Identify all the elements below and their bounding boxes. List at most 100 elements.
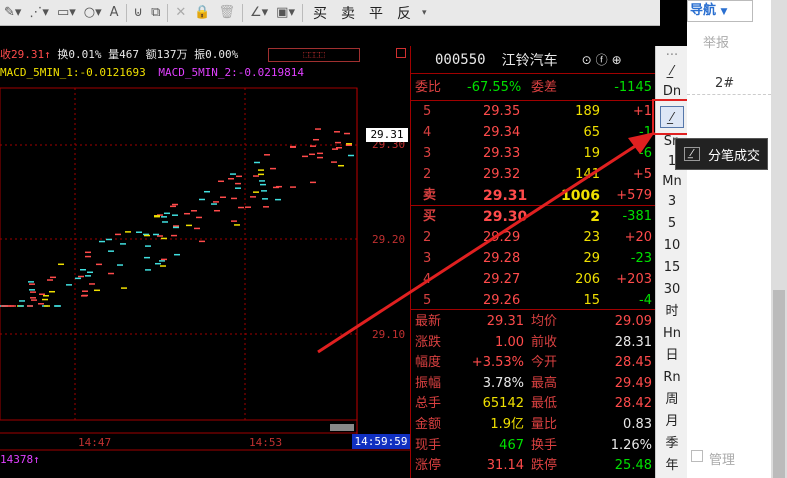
level-change: +5 [632, 167, 652, 182]
level-change: -23 [630, 251, 652, 266]
stat-row: 最新 29.31 均价 29.09 [411, 312, 656, 332]
reverse-button[interactable]: 反 [390, 1, 418, 25]
order-row: 买 29.30 2 -381 [411, 207, 656, 227]
rectangle-tool-icon[interactable]: ▭▾ [53, 1, 80, 25]
level-label: 2 [423, 230, 432, 245]
report-link[interactable]: 举报 [703, 32, 729, 51]
tooltip: ⁄̲ 分笔成交 [675, 138, 768, 170]
level-price: 29.33 [483, 146, 521, 161]
pen-tool-icon[interactable]: ✎▾ [0, 1, 25, 25]
level-volume: 1006 [561, 188, 600, 204]
order-row: 卖 29.31 1006 +579 [411, 186, 656, 206]
stat-value: 29.09 [614, 314, 652, 329]
level-volume: 2 [590, 209, 600, 225]
level-label: 买 [423, 209, 437, 224]
period-季[interactable]: 季 [656, 434, 688, 454]
stat-label: 金额 [415, 417, 442, 432]
price-label-3: 29.10 [372, 328, 406, 341]
level-volume: 15 [583, 293, 600, 308]
settings-circle-icon[interactable]: ⊙ [582, 53, 592, 67]
period-月[interactable]: 月 [656, 412, 688, 432]
right-browser-panel: 导航 ▼ 举报 2# 管理 [687, 0, 787, 478]
stat-label: 均价 [531, 314, 558, 329]
current-price-tag: 29.31 [366, 128, 408, 142]
circle-tool-icon[interactable]: ○▾ [80, 1, 106, 25]
level-label: 卖 [423, 188, 437, 203]
level-volume: 189 [575, 104, 600, 119]
stock-header: 000550 江铃汽车 ⊙ ⓕ ⊕ [411, 46, 655, 74]
level-price: 29.31 [483, 188, 528, 204]
stat-label: 今开 [531, 355, 558, 371]
period-30[interactable]: 30 [656, 280, 688, 300]
stock-code: 000550 [435, 51, 486, 68]
period-10[interactable]: 10 [656, 236, 688, 256]
more-dropdown-icon[interactable]: ▾ [418, 1, 431, 25]
manage-checkbox[interactable] [691, 450, 703, 462]
level-change: +203 [616, 272, 652, 287]
level-change: +1 [632, 104, 652, 119]
bottom-volume: 14378↑ [0, 453, 40, 466]
stat-label: 前收 [531, 334, 558, 350]
level-price: 29.26 [483, 293, 521, 308]
level-change: -6 [639, 146, 652, 161]
trash-icon[interactable]: 🗑 [214, 1, 239, 25]
buy-button[interactable]: 买 [306, 1, 334, 25]
nav-dropdown[interactable]: 导航 ▼ [687, 0, 753, 22]
line-tool-icon[interactable]: ⋰▾ [25, 1, 53, 25]
period-时[interactable]: 时 [656, 302, 688, 322]
tick-chart-icon: ⁄̲ [684, 147, 700, 161]
period-年[interactable]: 年 [656, 456, 688, 476]
stat-value: 1.00 [495, 334, 524, 350]
quote-panel: 000550 江铃汽车 ⊙ ⓕ ⊕ 委比 -67.55% 委差 -1145 5 2… [410, 46, 656, 478]
period-15[interactable]: 15 [656, 258, 688, 278]
copy-icon[interactable]: ⧉ [147, 1, 164, 25]
magnet-icon[interactable]: ⊍ [130, 1, 148, 25]
order-row: 3 29.28 29 -23 [411, 249, 656, 269]
period-Mn[interactable]: Mn [656, 172, 688, 192]
level-volume: 206 [575, 272, 600, 287]
scrollbar-thumb[interactable] [773, 290, 785, 478]
intraday-chart[interactable]: 收29.31↑ 换0.01% 量467 额137万 振0.00% MACD_5M… [0, 26, 410, 478]
period-5[interactable]: 5 [656, 214, 688, 234]
stock-name: 江铃汽车 [501, 52, 558, 69]
delete-icon[interactable]: ✕ [171, 1, 190, 25]
webi-value: -67.55% [467, 80, 522, 95]
order-row: 4 29.34 65 -1 [411, 123, 656, 143]
level-price: 29.29 [483, 230, 521, 245]
period-周[interactable]: 周 [656, 390, 688, 410]
save-icon[interactable]: ▣▾ [272, 1, 299, 25]
order-row: 2 29.32 141 +5 [411, 165, 656, 185]
trend-chart-icon[interactable]: ⁄̲ [656, 62, 688, 82]
level-price: 29.35 [483, 104, 521, 119]
floor-number: 2# [715, 76, 735, 91]
period-日[interactable]: 日 [656, 346, 688, 366]
color-icon[interactable]: ∠▾ [246, 1, 272, 25]
time-label-current: 14:59:59 [352, 434, 410, 449]
text-tool-icon[interactable]: A [106, 1, 123, 25]
webi-diff-value: -1145 [614, 80, 652, 95]
level-price: 29.30 [483, 209, 528, 225]
up-arrow-icon: ↑ [33, 453, 40, 466]
scroll-down-icon[interactable]: ⊕ [612, 53, 622, 67]
stat-value: +3.53% [471, 355, 524, 371]
period-Rn[interactable]: Rn [656, 368, 688, 388]
stat-row: 幅度 +3.53% 今开 28.45 [411, 353, 656, 373]
period-sidebar: ··· ⁄̲ Dn Sn 1 Mn 3 5 10 15 30 时 Hn 日 Rn 周月季年 ⁄̲ [652, 46, 694, 478]
sell-button[interactable]: 卖 [334, 1, 362, 25]
level-volume: 19 [583, 146, 600, 161]
period-Hn[interactable]: Hn [656, 324, 688, 344]
stat-label: 涨跌 [415, 334, 442, 350]
stat-value: 3.78% [482, 375, 524, 391]
lightning-icon[interactable]: ⓕ [596, 51, 608, 68]
stat-value: 65142 [482, 396, 524, 412]
period-3[interactable]: 3 [656, 192, 688, 212]
stat-row: 振幅 3.78% 最高 29.49 [411, 374, 656, 394]
chart-canvas [0, 87, 410, 451]
level-price: 29.32 [483, 167, 521, 182]
level-price: 29.34 [483, 125, 521, 140]
manage-label: 管理 [709, 453, 736, 468]
scrollbar[interactable] [330, 424, 354, 431]
flat-button[interactable]: 平 [362, 1, 390, 25]
stat-label: 跌停 [531, 458, 558, 474]
lock-icon[interactable]: 🔒 [190, 1, 214, 25]
